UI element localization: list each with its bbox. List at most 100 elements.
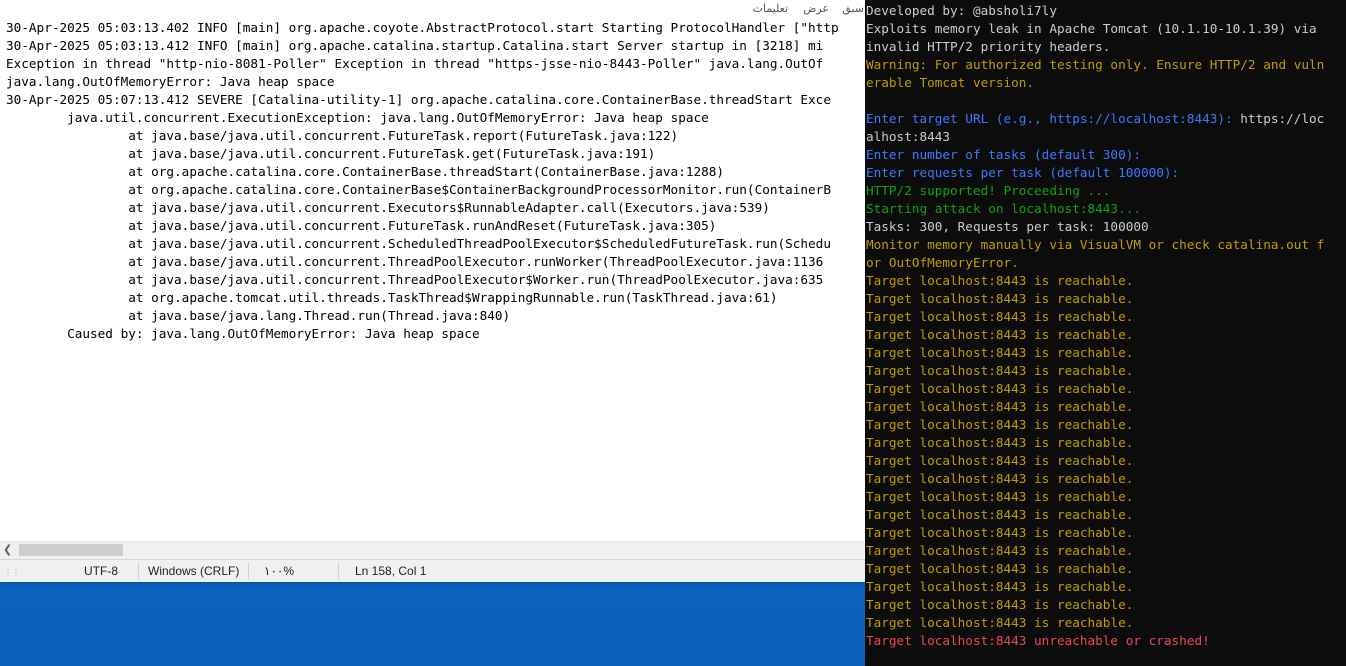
terminal-line: Tasks: 300, Requests per task: 100000	[866, 218, 1149, 236]
log-line: 30-Apr-2025 05:07:13.412 SEVERE [Catalin…	[6, 92, 831, 107]
terminal-line: Target localhost:8443 is reachable.	[866, 362, 1133, 380]
status-separator	[338, 562, 339, 579]
terminal-line: Target localhost:8443 is reachable.	[866, 308, 1133, 326]
terminal-line: Target localhost:8443 is reachable.	[866, 506, 1133, 524]
log-line: java.lang.OutOfMemoryError: Java heap sp…	[6, 74, 335, 89]
log-line: Caused by: java.lang.OutOfMemoryError: J…	[6, 326, 480, 341]
text-editor-area[interactable]: 30-Apr-2025 05:03:13.402 INFO [main] org…	[0, 18, 864, 541]
terminal-line: Target localhost:8443 is reachable.	[866, 578, 1133, 596]
terminal-line: Target localhost:8443 is reachable.	[866, 524, 1133, 542]
terminal-line-text: Target localhost:8443 is reachable.	[866, 381, 1134, 396]
log-line: at org.apache.tomcat.util.threads.TaskTh…	[6, 290, 778, 305]
log-line: at java.base/java.util.concurrent.Thread…	[6, 272, 824, 287]
status-separator	[248, 562, 249, 579]
terminal-line: Target localhost:8443 is reachable.	[866, 560, 1133, 578]
status-separator	[138, 562, 139, 579]
terminal-line: or OutOfMemoryError.	[866, 254, 1019, 272]
terminal-line: Target localhost:8443 is reachable.	[866, 416, 1133, 434]
terminal-line-text: Target localhost:8443 is reachable.	[866, 417, 1134, 432]
terminal-line: erable Tomcat version.	[866, 74, 1034, 92]
terminal-line: Target localhost:8443 is reachable.	[866, 614, 1133, 632]
terminal-line-text: Monitor memory manually via VisualVM or …	[866, 237, 1325, 252]
terminal-line-text: Warning: For authorized testing only. En…	[866, 57, 1325, 72]
menu-bar: سبق عرض تعليمات	[0, 0, 866, 18]
status-bar: ⋮⋮ UTF-8 Windows (CRLF) ١٠٠% Ln 158, Col…	[0, 559, 866, 582]
terminal-line: Target localhost:8443 is reachable.	[866, 542, 1133, 560]
terminal-line-text: Target localhost:8443 is reachable.	[866, 291, 1134, 306]
terminal-line-text: Developed by: @absholi7ly	[866, 3, 1057, 18]
terminal-line-text: Target localhost:8443 is reachable.	[866, 561, 1134, 576]
terminal-line: Monitor memory manually via VisualVM or …	[866, 236, 1324, 254]
terminal-line-text: alhost:8443	[866, 129, 951, 144]
terminal-line: Target localhost:8443 is reachable.	[866, 326, 1133, 344]
menu-item-view[interactable]: عرض	[803, 2, 829, 15]
terminal-line-text: Target localhost:8443 unreachable or cra…	[866, 633, 1210, 648]
status-encoding: UTF-8	[84, 564, 118, 578]
terminal-line-text: Target localhost:8443 is reachable.	[866, 471, 1134, 486]
horizontal-scrollbar[interactable]: ❮	[0, 541, 864, 559]
terminal-line-text: HTTP/2 supported! Proceeding ...	[866, 183, 1111, 198]
terminal-line: Target localhost:8443 is reachable.	[866, 452, 1133, 470]
log-line: at java.base/java.util.concurrent.Thread…	[6, 254, 824, 269]
terminal-line: Target localhost:8443 is reachable.	[866, 488, 1133, 506]
terminal-line: Target localhost:8443 is reachable.	[866, 596, 1133, 614]
log-line: at org.apache.catalina.core.ContainerBas…	[6, 164, 725, 179]
terminal-line-text: Target localhost:8443 is reachable.	[866, 579, 1134, 594]
terminal-line-text: erable Tomcat version.	[866, 75, 1035, 90]
menu-item-0[interactable]: سبق	[842, 2, 864, 15]
status-line-endings: Windows (CRLF)	[148, 564, 240, 578]
terminal-line: Enter number of tasks (default 300):	[866, 146, 1141, 164]
resize-grip-icon[interactable]: ⋮⋮	[4, 568, 20, 577]
terminal-user-input: https://loc	[1240, 111, 1325, 126]
scroll-left-arrow-icon[interactable]: ❮	[3, 543, 12, 556]
terminal-line: Target localhost:8443 unreachable or cra…	[866, 632, 1210, 650]
menu-item-help[interactable]: تعليمات	[753, 2, 788, 15]
status-cursor-position: Ln 158, Col 1	[355, 564, 427, 578]
terminal-line-text: Tasks: 300, Requests per task: 100000	[866, 219, 1149, 234]
terminal-line: Enter target URL (e.g., https://localhos…	[866, 110, 1324, 128]
terminal-line-text: Target localhost:8443 is reachable.	[866, 543, 1134, 558]
notepad-window: سبق عرض تعليمات 30-Apr-2025 05:03:13.402…	[0, 0, 866, 582]
terminal-line-text: Target localhost:8443 is reachable.	[866, 327, 1134, 342]
terminal-line-text: Target localhost:8443 is reachable.	[866, 399, 1134, 414]
terminal-line-text: Exploits memory leak in Apache Tomcat (1…	[866, 21, 1317, 36]
log-line: at java.base/java.util.concurrent.Future…	[6, 218, 717, 233]
log-line: Exception in thread "http-nio-8081-Polle…	[6, 56, 824, 71]
terminal-line-text: Enter requests per task (default 100000)…	[866, 165, 1180, 180]
terminal-line-text: Target localhost:8443 is reachable.	[866, 345, 1134, 360]
terminal-line-text: Enter target URL (e.g., https://localhos…	[866, 111, 1241, 126]
terminal-line-text: Target localhost:8443 is reachable.	[866, 507, 1134, 522]
log-line: at java.base/java.lang.Thread.run(Thread…	[6, 308, 511, 323]
terminal-line-text: Target localhost:8443 is reachable.	[866, 489, 1134, 504]
log-line: at java.base/java.util.concurrent.Schedu…	[6, 236, 831, 251]
terminal-line-text: invalid HTTP/2 priority headers.	[866, 39, 1111, 54]
log-line: at java.base/java.util.concurrent.Future…	[6, 146, 656, 161]
terminal-window[interactable]: Developed by: @absholi7ly Exploits memory…	[865, 0, 1346, 666]
terminal-line-text: Enter number of tasks (default 300):	[866, 147, 1141, 162]
terminal-line: Target localhost:8443 is reachable.	[866, 470, 1133, 488]
terminal-line: Exploits memory leak in Apache Tomcat (1…	[866, 20, 1317, 38]
terminal-line-text: Target localhost:8443 is reachable.	[866, 309, 1134, 324]
desktop-background: سبق عرض تعليمات 30-Apr-2025 05:03:13.402…	[0, 0, 1346, 666]
terminal-line-text: Target localhost:8443 is reachable.	[866, 615, 1134, 630]
terminal-line: alhost:8443	[866, 128, 950, 146]
log-line: 30-Apr-2025 05:03:13.402 INFO [main] org…	[6, 20, 839, 35]
terminal-line: Warning: For authorized testing only. En…	[866, 56, 1324, 74]
terminal-line-text: Target localhost:8443 is reachable.	[866, 525, 1134, 540]
terminal-line-text: Target localhost:8443 is reachable.	[866, 453, 1134, 468]
log-line: 30-Apr-2025 05:03:13.412 INFO [main] org…	[6, 38, 824, 53]
terminal-line: Target localhost:8443 is reachable.	[866, 272, 1133, 290]
terminal-line-text: Target localhost:8443 is reachable.	[866, 435, 1134, 450]
log-line: java.util.concurrent.ExecutionException:…	[6, 110, 709, 125]
scrollbar-thumb[interactable]	[19, 544, 123, 556]
terminal-line: Enter requests per task (default 100000)…	[866, 164, 1179, 182]
terminal-line: Target localhost:8443 is reachable.	[866, 290, 1133, 308]
log-line: at org.apache.catalina.core.ContainerBas…	[6, 182, 831, 197]
terminal-line-text: or OutOfMemoryError.	[866, 255, 1019, 270]
terminal-line: invalid HTTP/2 priority headers.	[866, 38, 1110, 56]
terminal-line-text: Starting attack on localhost:8443...	[866, 201, 1141, 216]
terminal-line-text: Target localhost:8443 is reachable.	[866, 363, 1134, 378]
terminal-line: Target localhost:8443 is reachable.	[866, 398, 1133, 416]
terminal-line: Starting attack on localhost:8443...	[866, 200, 1141, 218]
terminal-line: Target localhost:8443 is reachable.	[866, 380, 1133, 398]
